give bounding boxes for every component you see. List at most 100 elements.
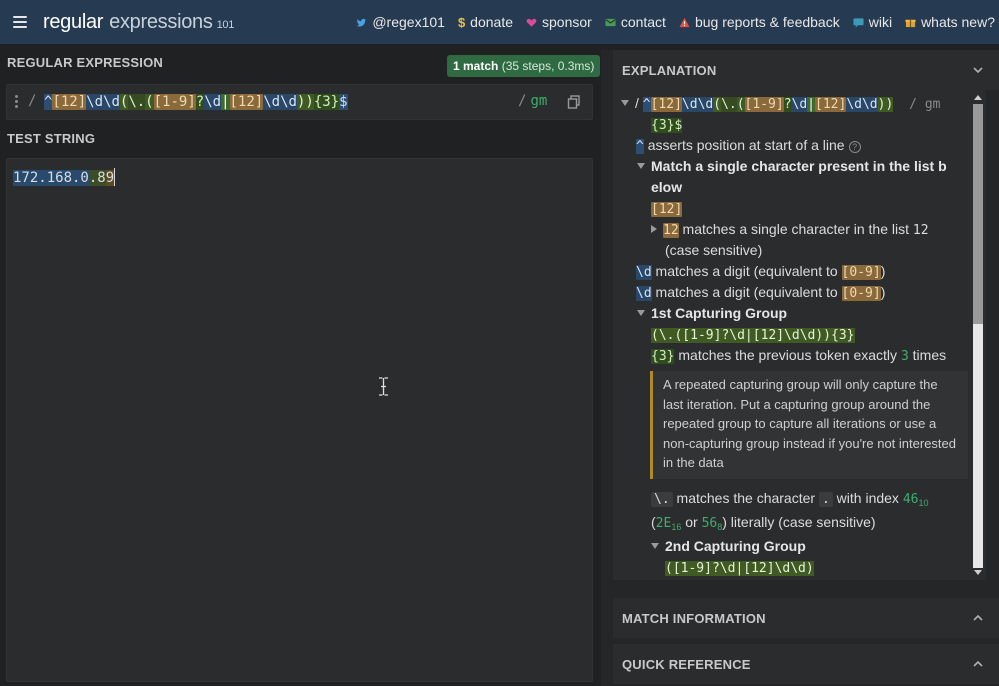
case-text: (case sensitive)	[665, 242, 763, 258]
regex-token: |	[221, 94, 230, 110]
chevron-up-icon[interactable]	[973, 613, 983, 623]
regex-summary: ^[12]\d\d(\.([1-9]?\d|[12]\d\d))	[642, 97, 894, 112]
group-highlight: .8	[88, 170, 106, 186]
dollar-icon: $	[457, 14, 466, 30]
regex-input[interactable]: ^[12]\d\d(\.([1-9]?\d|[12]\d\d)){3}$	[44, 94, 348, 110]
test-string-editor[interactable]: 172.168.0.89	[6, 158, 593, 682]
tree-quantifier: {3} matches the previous token exactly 3…	[651, 345, 946, 367]
dot-token: \.	[651, 492, 673, 507]
tree-group-1-expr: (\.([1-9]?\d|[12]\d\d)){3}	[651, 324, 855, 346]
nav-bug-reports-link[interactable]: bug reports & feedback	[679, 14, 840, 30]
dot-text: matches the character	[676, 490, 816, 506]
test-string-content[interactable]: 172.168.0.89	[13, 168, 116, 186]
digit-close: )	[880, 284, 886, 300]
nav-twitter-link[interactable]: @regex101	[356, 14, 445, 30]
nav-label: donate	[470, 14, 513, 30]
expand-triangle-icon[interactable]	[651, 543, 659, 549]
match-information-header[interactable]: MATCH INFORMATION	[613, 598, 999, 638]
explanation-header[interactable]: EXPLANATION	[613, 50, 999, 90]
tree-group-2[interactable]: 2nd Capturing Group	[651, 536, 806, 557]
class-chars-text: matches a single character in the list	[682, 221, 909, 237]
quick-reference-header[interactable]: QUICK REFERENCE	[613, 644, 999, 684]
logo-word-expressions: expressions	[109, 10, 213, 33]
copy-icon[interactable]	[567, 95, 581, 109]
chevron-down-icon[interactable]	[973, 65, 983, 75]
tree-class-item[interactable]: 12 matches a single character in the lis…	[651, 219, 929, 241]
quant-token: {3}	[651, 349, 675, 364]
envelope-icon	[605, 18, 616, 26]
text-cursor-icon	[379, 377, 388, 396]
nav-wiki-link[interactable]: wiki	[853, 14, 892, 30]
tree-anchor: ^ asserts position at start of a line?	[636, 135, 861, 157]
scrollbar-thumb[interactable]	[973, 104, 983, 324]
expand-triangle-icon[interactable]	[637, 310, 645, 316]
tree-class: [12]	[651, 198, 683, 220]
nav-contact-link[interactable]: contact	[605, 14, 666, 30]
tree-root[interactable]: / ^[12]\d\d(\.([1-9]?\d|[12]\d\d)) / gm	[621, 93, 940, 115]
expand-triangle-icon[interactable]	[637, 163, 645, 169]
tree-group-1[interactable]: 1st Capturing Group	[637, 303, 787, 324]
site-logo[interactable]: regular expressions 101	[43, 11, 234, 34]
nav-sponsor-link[interactable]: sponsor	[526, 14, 592, 30]
literal-text: ) literally (case sensitive)	[722, 514, 876, 530]
explanation-tree: / ^[12]\d\d(\.([1-9]?\d|[12]\d\d)) / gm …	[613, 90, 985, 580]
logo-word-regular: regular	[43, 10, 104, 33]
digit-token: \d	[636, 265, 652, 280]
test-string-label: TEST STRING	[7, 131, 96, 146]
group-highlight: 9	[105, 170, 115, 186]
regex-token: \d	[103, 94, 120, 110]
regex-delimiter-close: /	[518, 93, 527, 109]
dot-char: .	[818, 492, 833, 507]
regex-delimiter-open: /	[28, 93, 37, 109]
nav-donate-link[interactable]: $ donate	[458, 14, 513, 30]
regex-flags[interactable]: / gm	[518, 93, 547, 109]
match-information-title: MATCH INFORMATION	[622, 610, 766, 626]
hamburger-menu-icon[interactable]	[13, 16, 27, 28]
nav-whats-new-link[interactable]: whats new?	[905, 14, 995, 30]
group1-expr: (\.([1-9]?\d|[12]\d\d)){3}	[651, 328, 855, 343]
quant-num: 3	[900, 349, 909, 364]
tree-group-2-expr: ([1-9]?\d|[12]\d\d)	[665, 557, 814, 579]
quant-anchor-token: {3}$	[651, 118, 683, 133]
match-highlight: 172.168.0	[13, 170, 89, 186]
explanation-scrollbar[interactable]	[970, 92, 986, 580]
digit-token: \d	[636, 286, 652, 301]
tree-root-cont: {3}$	[651, 114, 683, 136]
drag-handle-icon[interactable]	[15, 95, 19, 109]
nav-label: contact	[620, 14, 666, 30]
help-icon[interactable]: ?	[848, 141, 861, 153]
class-chars-code: 12	[912, 223, 929, 238]
regex-token: ?	[195, 94, 205, 110]
repeated-group-note: A repeated capturing group will only cap…	[650, 371, 968, 479]
dot-index-num: 46	[902, 492, 919, 507]
regex-token: {3}	[313, 94, 340, 110]
explanation-title: EXPLANATION	[622, 62, 717, 78]
gift-icon	[905, 19, 916, 27]
hex-base: 16	[671, 522, 682, 532]
group1-title: 1st Capturing Group	[651, 305, 788, 321]
tree-match-node[interactable]: Match a single character present in the …	[637, 156, 947, 177]
tree-dot-cont: (2E16 or 568) literally (case sensitive)	[651, 514, 876, 532]
quick-reference-title: QUICK REFERENCE	[622, 656, 751, 672]
text-caret	[114, 168, 116, 186]
digit-text: matches a digit (equivalent to	[655, 284, 838, 300]
header-nav: @regex101 $ donate sponsor contact bug r…	[356, 0, 995, 44]
dot-index-base: 10	[918, 498, 929, 508]
scroll-down-arrow-icon[interactable]	[974, 570, 982, 576]
expand-right-icon[interactable]	[651, 225, 657, 233]
regex-input-box[interactable]: / ^[12]\d\d(\.([1-9]?\d|[12]\d\d)){3}$ /…	[6, 84, 593, 120]
nav-label: wiki	[868, 14, 893, 30]
or-text: or	[685, 514, 698, 530]
match-detail: (35 steps, 0.3ms)	[501, 59, 595, 73]
scroll-up-arrow-icon[interactable]	[974, 94, 982, 100]
hex-value: 2E	[655, 516, 672, 531]
chevron-up-icon[interactable]	[973, 659, 983, 669]
regex-token: \d	[280, 94, 297, 110]
quant-end: times	[912, 347, 947, 363]
digit-close: )	[880, 263, 886, 279]
heart-icon	[526, 18, 537, 27]
expand-triangle-icon[interactable]	[621, 100, 629, 106]
group2-title: 2nd Capturing Group	[665, 538, 806, 554]
digit-text: matches a digit (equivalent to	[655, 263, 838, 279]
digit-range: [0-9]	[841, 265, 881, 280]
